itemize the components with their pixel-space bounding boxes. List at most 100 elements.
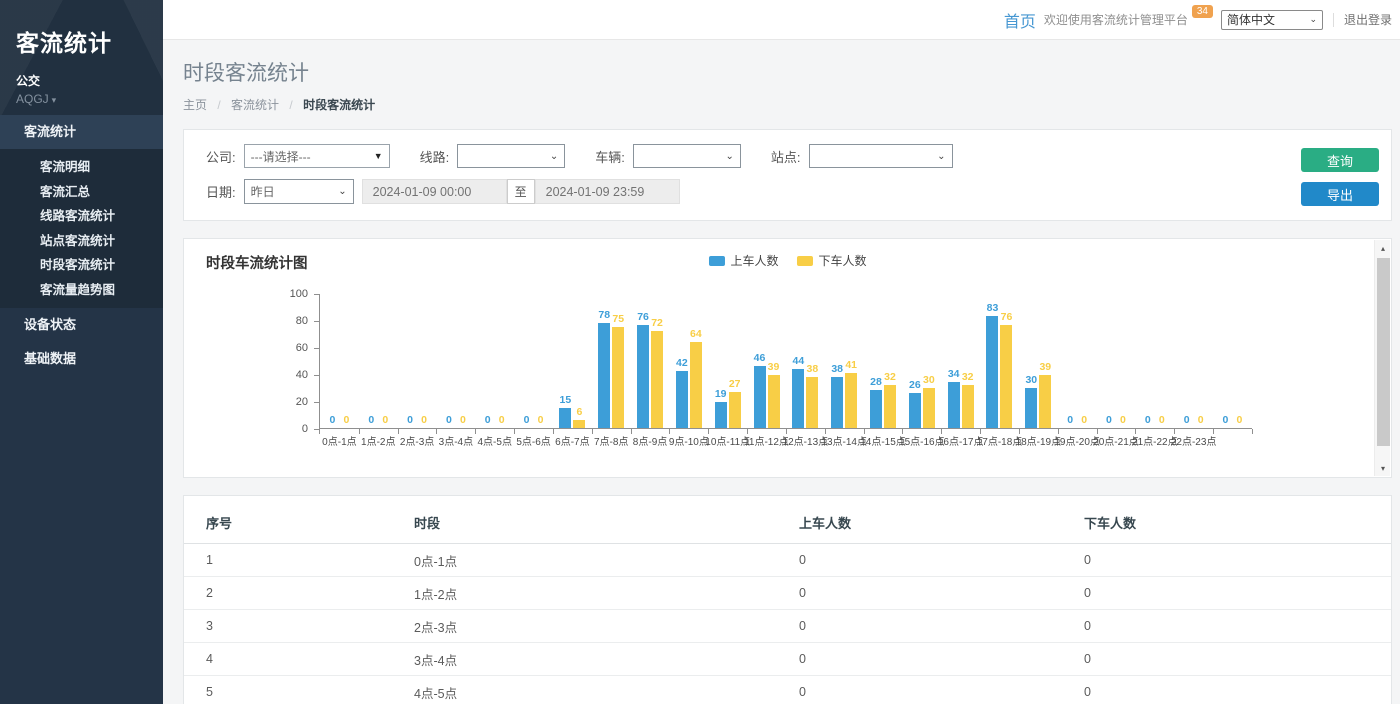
chart-bar-value: 0 — [485, 414, 491, 426]
search-button[interactable]: 查询 — [1301, 148, 1379, 172]
table-row: 32点-3点00 — [184, 610, 1391, 643]
sidebar-subitem[interactable]: 客流量趋势图 — [0, 278, 163, 303]
brand-block: 客流统计 公交 AQGJ▾ — [0, 0, 163, 115]
table-cell: 0 — [799, 643, 1084, 676]
sidebar-subitem[interactable]: 客流汇总 — [0, 180, 163, 205]
col-header-boarding: 上车人数 — [799, 500, 1084, 544]
chart-bar-value: 27 — [729, 378, 741, 390]
table-cell: 4点-5点 — [414, 676, 799, 704]
chart-group: 263015点-16点 — [902, 294, 941, 428]
legend-item-boarding[interactable]: 上车人数 — [708, 252, 778, 269]
chart-bar-value: 0 — [407, 414, 413, 426]
logout-link[interactable]: 退出登录 — [1344, 11, 1392, 28]
breadcrumb-home[interactable]: 主页 — [183, 98, 207, 112]
sidebar-item-base-data[interactable]: 基础数据 — [0, 342, 163, 376]
chart-bar — [948, 382, 960, 428]
scroll-down-arrow-icon[interactable]: ▾ — [1375, 460, 1391, 476]
chart-bar-value: 75 — [612, 313, 624, 325]
legend-swatch-yellow — [797, 256, 813, 266]
table-panel: 序号 时段 上车人数 下车人数 10点-1点0021点-2点0032点-3点00… — [183, 495, 1392, 704]
chart-group: 001点-2点 — [359, 294, 398, 428]
table-body: 10点-1点0021点-2点0032点-3点0043点-4点0054点-5点00… — [184, 544, 1391, 704]
chart-y-label: 60 — [296, 342, 308, 354]
chart-group: 005点-6点 — [514, 294, 553, 428]
table-cell: 2 — [184, 577, 414, 610]
chart-group: 343216点-17点 — [941, 294, 980, 428]
language-select[interactable]: 简体中文 ⌄ — [1221, 10, 1323, 30]
date-start-input[interactable] — [362, 179, 507, 204]
date-end-input[interactable] — [535, 179, 680, 204]
chart-bar — [559, 408, 571, 428]
table-row: 21点-2点00 — [184, 577, 1391, 610]
sidebar-subitem[interactable]: 站点客流统计 — [0, 229, 163, 254]
breadcrumb-section[interactable]: 客流统计 — [231, 98, 279, 112]
chart-group: 42649点-10点 — [669, 294, 708, 428]
chart-bar-value: 38 — [831, 363, 843, 375]
sidebar-subitem[interactable]: 时段客流统计 — [0, 253, 163, 278]
chart-bar-value: 26 — [909, 379, 921, 391]
table-cell: 0 — [799, 610, 1084, 643]
chart-panel: 时段车流统计图 上车人数 下车人数 020406080100 000点-1点00… — [183, 238, 1392, 478]
filter-panel: 公司: ---请选择---▼ 线路: ⌄ 车辆: ⌄ 站点: ⌄ — [183, 129, 1392, 221]
chart-bar — [754, 366, 766, 428]
chevron-down-icon: ▾ — [52, 95, 57, 105]
export-button[interactable]: 导出 — [1301, 182, 1379, 206]
chart-group: 837617点-18点 — [980, 294, 1019, 428]
table-cell: 0 — [799, 676, 1084, 704]
chart-group: 76728点-9点 — [631, 294, 670, 428]
chart-y-label: 80 — [296, 315, 308, 327]
chart-bar — [676, 371, 688, 428]
sidebar-nav: 客流统计 客流明细客流汇总线路客流统计站点客流统计时段客流统计客流量趋势图 设备… — [0, 115, 163, 376]
line-select[interactable]: ⌄ — [457, 144, 565, 168]
breadcrumb: 主页 / 客流统计 / 时段客流统计 — [183, 96, 1392, 113]
table-cell: 3点-4点 — [414, 643, 799, 676]
account-dropdown[interactable]: AQGJ▾ — [16, 92, 147, 106]
sidebar-submenu: 客流明细客流汇总线路客流统计站点客流统计时段客流统计客流量趋势图 — [0, 149, 163, 308]
chart-bar-value: 0 — [343, 414, 349, 426]
chart-bar — [870, 390, 882, 428]
chart-group: 463911点-12点 — [747, 294, 786, 428]
col-header-index: 序号 — [184, 500, 414, 544]
chart-bar — [831, 377, 843, 428]
sidebar-subitem[interactable]: 客流明细 — [0, 155, 163, 180]
col-header-period: 时段 — [414, 500, 799, 544]
station-select[interactable]: ⌄ — [809, 144, 953, 168]
chart-x-label: 0点-1点 — [322, 433, 356, 448]
chart-bar-value: 39 — [768, 361, 780, 373]
chart-bar — [768, 375, 780, 428]
vehicle-select[interactable]: ⌄ — [633, 144, 741, 168]
date-label: 日期: — [206, 182, 236, 201]
chart-bar-value: 0 — [446, 414, 452, 426]
chart-bar — [715, 402, 727, 428]
date-preset-select[interactable]: 昨日⌄ — [244, 179, 354, 204]
chart-group: 1566点-7点 — [553, 294, 592, 428]
chart-bar — [1039, 375, 1051, 428]
chart-bar — [923, 388, 935, 429]
table-cell: 1 — [184, 544, 414, 577]
main-area: 首页 欢迎使用客流统计管理平台 34 简体中文 ⌄ 退出登录 时段客流统计 主页… — [163, 0, 1400, 704]
sidebar-item-device-status[interactable]: 设备状态 — [0, 308, 163, 342]
date-to-label: 至 — [507, 179, 535, 204]
chart-bar-value: 0 — [499, 414, 505, 426]
sidebar-subitem[interactable]: 线路客流统计 — [0, 204, 163, 229]
chart-bar-value: 0 — [421, 414, 427, 426]
table-row: 54点-5点00 — [184, 676, 1391, 704]
chart-y-axis: 020406080100 — [184, 294, 319, 429]
home-link[interactable]: 首页 — [1004, 8, 1036, 32]
chart-header: 时段车流统计图 上车人数 下车人数 — [184, 239, 1391, 277]
scrollbar-thumb[interactable] — [1377, 258, 1390, 446]
company-select[interactable]: ---请选择---▼ — [244, 144, 390, 168]
legend-item-alighting[interactable]: 下车人数 — [797, 252, 867, 269]
chart-bar-value: 64 — [690, 328, 702, 340]
chart-vertical-scrollbar[interactable]: ▴ ▾ — [1374, 240, 1390, 476]
chart-y-label: 20 — [296, 396, 308, 408]
scroll-up-arrow-icon[interactable]: ▴ — [1375, 240, 1391, 256]
chart-bar-value: 0 — [1237, 414, 1243, 426]
chart-bar-value: 34 — [948, 368, 960, 380]
chart-x-label: 4点-5点 — [477, 433, 511, 448]
sidebar-item-passenger-stats[interactable]: 客流统计 — [0, 115, 163, 149]
chart-bar-value: 0 — [1184, 414, 1190, 426]
chart-group: 443812点-13点 — [786, 294, 825, 428]
chart-title: 时段车流统计图 — [206, 256, 308, 272]
chart-bar-value: 46 — [754, 352, 766, 364]
